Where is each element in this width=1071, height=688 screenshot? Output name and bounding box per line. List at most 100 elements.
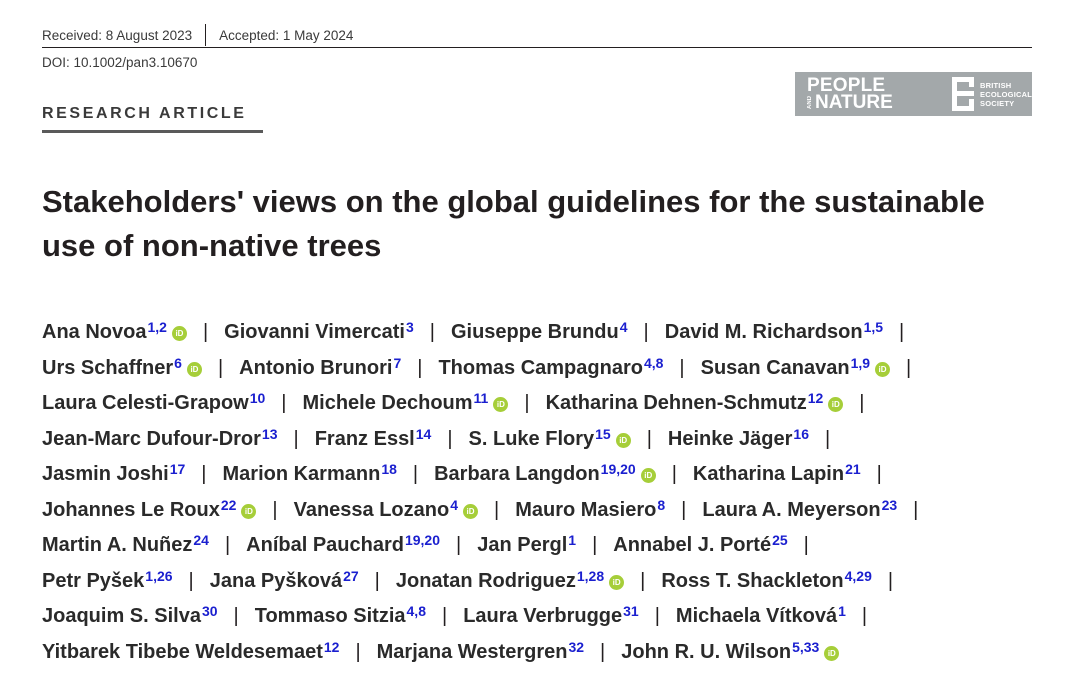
affiliation-link[interactable]: 31 — [623, 603, 639, 619]
journal-logo[interactable]: PEOPLE AND NATURE BRITISH ECOLOGICAL SOC… — [795, 72, 1032, 116]
people-and-nature-wordmark: PEOPLE AND NATURE — [795, 76, 952, 112]
author-name[interactable]: Ana Novoa — [42, 321, 146, 343]
author-name[interactable]: Katharina Lapin — [693, 463, 844, 485]
affiliation-link[interactable]: 18 — [381, 461, 397, 477]
author-name[interactable]: Michele Dechoum — [303, 392, 473, 414]
author-name[interactable]: S. Luke Flory — [469, 428, 595, 450]
affiliation-link[interactable]: 4 — [450, 497, 458, 513]
affiliation-link[interactable]: 21 — [845, 461, 861, 477]
affiliation-link[interactable]: 23 — [882, 497, 898, 513]
affiliation-link[interactable]: 4,8 — [407, 603, 426, 619]
author-name[interactable]: Marjana Westergren — [377, 641, 568, 663]
affiliation-link[interactable]: 22 — [221, 497, 237, 513]
author-name[interactable]: Franz Essl — [315, 428, 415, 450]
affiliation-link[interactable]: 1,2 — [147, 319, 166, 335]
affiliation-link[interactable]: 15 — [595, 426, 611, 442]
author-name[interactable]: Aníbal Pauchard — [246, 534, 404, 556]
affiliation-link[interactable]: 32 — [568, 639, 584, 655]
logo-society-line-3: SOCIETY — [980, 98, 1015, 108]
author-name[interactable]: Laura A. Meyerson — [702, 499, 880, 521]
affiliation-link[interactable]: 10 — [250, 390, 266, 406]
author-name[interactable]: Ross T. Shackleton — [661, 570, 843, 592]
affiliation-link[interactable]: 16 — [793, 426, 809, 442]
author-name[interactable]: Jean-Marc Dufour-Dror — [42, 428, 261, 450]
author-name[interactable]: Michaela Vítková — [676, 605, 837, 627]
affiliation-link[interactable]: 14 — [416, 426, 432, 442]
orcid-icon[interactable]: iD — [493, 397, 509, 412]
affiliation-link[interactable]: 30 — [202, 603, 218, 619]
affiliation-link[interactable]: 6 — [174, 355, 182, 371]
affiliation-link[interactable]: 1 — [568, 532, 576, 548]
author-name[interactable]: Jana Pyšková — [210, 570, 342, 592]
affiliation-link[interactable]: 17 — [170, 461, 186, 477]
author-name[interactable]: Johannes Le Roux — [42, 499, 220, 521]
author-line: Jean-Marc Dufour-Dror13 | Franz Essl14 | S. … — [42, 417, 1042, 453]
author-name[interactable]: Vanessa Lozano — [294, 499, 450, 521]
author-name[interactable]: Tommaso Sitzia — [255, 605, 406, 627]
affiliation-link[interactable]: 1,9 — [851, 355, 870, 371]
author-name[interactable]: Laura Verbrugge — [463, 605, 622, 627]
author-entry: Petr Pyšek1,26 — [42, 568, 173, 592]
affiliation-link[interactable]: 1,5 — [864, 319, 883, 335]
author-name[interactable]: Urs Schaffner — [42, 357, 173, 379]
author-name[interactable]: Thomas Campagnaro — [438, 357, 642, 379]
orcid-icon[interactable]: iD — [463, 503, 479, 519]
affiliation-link[interactable]: 1,28 — [577, 568, 604, 584]
orcid-icon[interactable]: iD — [828, 397, 844, 412]
affiliation-link[interactable]: 11 — [474, 390, 489, 406]
author-name[interactable]: Heinke Jäger — [668, 428, 793, 450]
date-divider — [205, 24, 207, 46]
author-name[interactable]: Mauro Masiero — [515, 499, 656, 521]
affiliation-link[interactable]: 7 — [393, 355, 401, 371]
author-name[interactable]: Martin A. Nuñez — [42, 534, 192, 556]
author-name[interactable]: Barbara Langdon — [434, 463, 600, 485]
orcid-icon[interactable]: iD — [186, 361, 202, 377]
author-separator: | — [671, 463, 677, 485]
affiliation-link[interactable]: 13 — [262, 426, 278, 442]
affiliation-link[interactable]: 19,20 — [405, 532, 440, 548]
orcid-icon[interactable]: iD — [640, 468, 656, 483]
affiliation-link[interactable]: 1 — [838, 603, 846, 619]
author-separator: | — [441, 605, 448, 627]
author-name[interactable]: Petr Pyšek — [42, 570, 144, 592]
author-entry: Heinke Jäger16 — [668, 426, 809, 450]
author-name[interactable]: Jonatan Rodriguez — [396, 570, 576, 592]
affiliation-link[interactable]: 5,33 — [792, 639, 819, 655]
orcid-icon[interactable]: iD — [875, 361, 891, 377]
author-name[interactable]: David M. Richardson — [665, 321, 863, 343]
affiliation-link[interactable]: 24 — [193, 532, 209, 548]
author-name[interactable]: Yitbarek Tibebe Weldesemaet — [42, 641, 323, 663]
author-name[interactable]: Annabel J. Porté — [613, 534, 771, 556]
author-name[interactable]: John R. U. Wilson — [621, 641, 791, 663]
author-name[interactable]: Jan Pergl — [477, 534, 567, 556]
orcid-icon[interactable]: iD — [171, 326, 187, 341]
author-entry: Jean-Marc Dufour-Dror13 — [42, 426, 278, 450]
author-name[interactable]: Laura Celesti-Grapow — [42, 392, 249, 414]
author-name[interactable]: Giuseppe Brundu — [451, 321, 619, 343]
author-name[interactable]: Marion Karmann — [223, 463, 381, 485]
author-name[interactable]: Antonio Brunori — [239, 357, 392, 379]
orcid-icon[interactable]: iD — [609, 574, 625, 590]
affiliation-link[interactable]: 1,26 — [145, 568, 172, 584]
affiliation-link[interactable]: 3 — [406, 319, 414, 335]
orcid-icon[interactable]: iD — [824, 645, 840, 661]
orcid-icon[interactable]: iD — [615, 432, 631, 448]
author-name[interactable]: Katharina Dehnen-Schmutz — [546, 392, 807, 414]
orcid-icon[interactable]: iD — [241, 503, 257, 519]
author-name[interactable]: Susan Canavan — [701, 357, 850, 379]
affiliation-link[interactable]: 12 — [808, 390, 824, 406]
author-separator: | — [861, 605, 868, 627]
affiliation-link[interactable]: 27 — [343, 568, 359, 584]
author-name[interactable]: Joaquim S. Silva — [42, 605, 201, 627]
affiliation-link[interactable]: 4,29 — [845, 568, 872, 584]
doi-link[interactable]: DOI: 10.1002/pan3.10670 — [42, 55, 197, 70]
author-separator: | — [679, 356, 685, 379]
author-name[interactable]: Jasmin Joshi — [42, 463, 169, 485]
affiliation-link[interactable]: 4 — [620, 319, 628, 335]
affiliation-link[interactable]: 4,8 — [644, 355, 663, 371]
affiliation-link[interactable]: 12 — [324, 639, 340, 655]
affiliation-link[interactable]: 19,20 — [601, 461, 636, 477]
affiliation-link[interactable]: 25 — [772, 532, 788, 548]
affiliation-link[interactable]: 8 — [657, 497, 665, 513]
author-name[interactable]: Giovanni Vimercati — [224, 321, 405, 343]
